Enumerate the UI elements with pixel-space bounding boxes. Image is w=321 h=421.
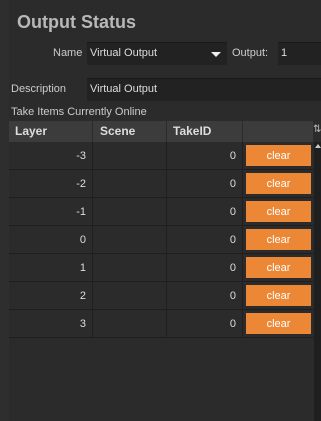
layer-cell: -2 (9, 170, 93, 198)
takeid-value: 0 (229, 262, 236, 274)
takeid-value: 0 (229, 234, 236, 246)
layer-cell: -1 (9, 198, 93, 226)
takeid-cell: 0 (167, 254, 243, 282)
description-field[interactable]: Virtual Output (87, 78, 321, 101)
description-label: Description (11, 83, 67, 95)
layer-cell: 2 (9, 282, 93, 310)
scene-cell (93, 310, 167, 338)
takeid-cell: 0 (167, 226, 243, 254)
clear-button[interactable]: clear (246, 313, 311, 334)
page-title: Output Status (17, 12, 136, 32)
scene-cell (93, 226, 167, 254)
layer-value: 0 (79, 234, 86, 246)
table-row: 0 0 clear (9, 226, 314, 254)
layer-value: -3 (76, 150, 86, 162)
column-header-action (243, 121, 314, 142)
layer-cell: 1 (9, 254, 93, 282)
layer-value: -2 (76, 178, 86, 190)
takeid-cell: 0 (167, 170, 243, 198)
layer-value: 2 (79, 290, 86, 302)
table-row: -2 0 clear (9, 170, 314, 198)
name-dropdown-value: Virtual Output (90, 47, 158, 59)
clear-button[interactable]: clear (246, 229, 311, 250)
output-label: Output: (232, 47, 269, 59)
table-row: 2 0 clear (9, 282, 314, 310)
layer-cell: -3 (9, 142, 93, 170)
scene-cell (93, 254, 167, 282)
table-row: -3 0 clear (9, 142, 314, 170)
chevron-down-icon (211, 52, 221, 57)
clear-button[interactable]: clear (246, 257, 311, 278)
layer-cell: 0 (9, 226, 93, 254)
table-row: 3 0 clear (9, 310, 314, 338)
table-settings-icon[interactable]: ⇅ (313, 124, 321, 136)
clear-button[interactable]: clear (246, 285, 311, 306)
takeid-value: 0 (229, 178, 236, 190)
layer-cell: 3 (9, 310, 93, 338)
section-label: Take Items Currently Online (11, 106, 147, 118)
takeid-value: 0 (229, 150, 236, 162)
output-field[interactable]: 1 (278, 42, 321, 65)
scene-cell (93, 170, 167, 198)
takeid-value: 0 (229, 290, 236, 302)
takeid-cell: 0 (167, 142, 243, 170)
takeid-value: 0 (229, 318, 236, 330)
scene-cell (93, 198, 167, 226)
scene-cell (93, 282, 167, 310)
clear-button[interactable]: clear (246, 201, 311, 222)
name-dropdown[interactable]: Virtual Output (87, 42, 227, 65)
takeid-value: 0 (229, 206, 236, 218)
layer-value: 3 (79, 318, 86, 330)
table-row: -1 0 clear (9, 198, 314, 226)
clear-button[interactable]: clear (246, 145, 311, 166)
column-header-layer[interactable]: Layer (9, 121, 93, 142)
vertical-scrollbar[interactable] (314, 142, 321, 421)
takeid-cell: 0 (167, 198, 243, 226)
takeid-cell: 0 (167, 310, 243, 338)
clear-button[interactable]: clear (246, 173, 311, 194)
takeid-cell: 0 (167, 282, 243, 310)
layer-value: -1 (76, 206, 86, 218)
column-header-scene[interactable]: Scene (93, 121, 167, 142)
table-row: 1 0 clear (9, 254, 314, 282)
scene-cell (93, 142, 167, 170)
name-label: Name (53, 47, 83, 59)
column-header-takeid[interactable]: TakeID (167, 121, 243, 142)
scroll-up-icon[interactable] (315, 144, 321, 148)
layer-value: 1 (79, 262, 86, 274)
